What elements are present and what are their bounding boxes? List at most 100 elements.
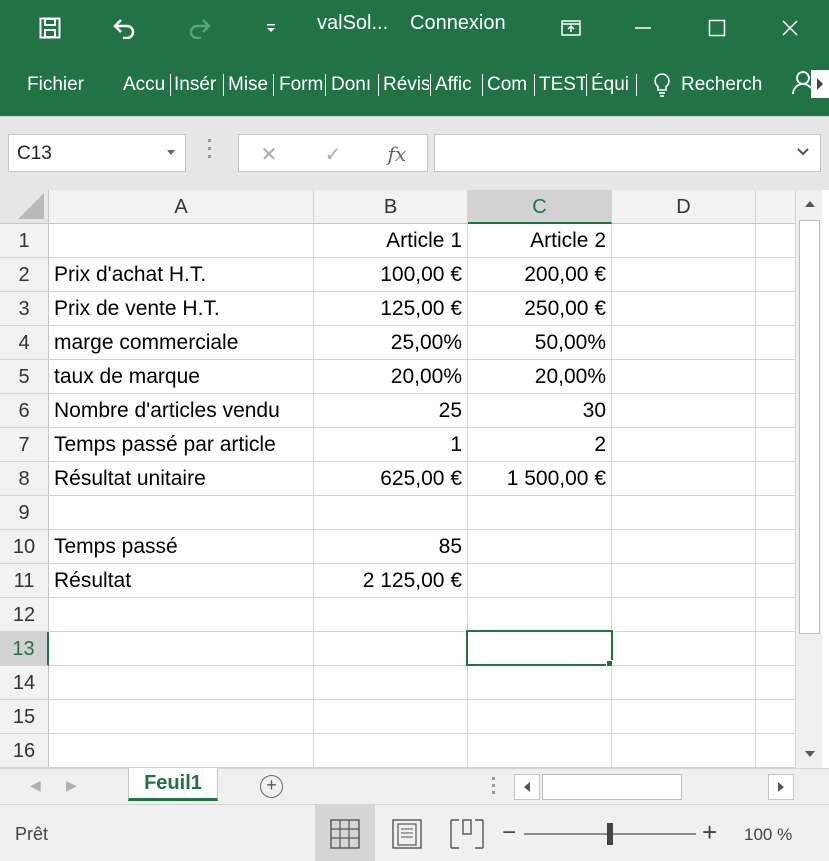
sheet-tab-feuil1[interactable]: Feuil1 bbox=[128, 768, 218, 801]
cell-c5[interactable]: 20,00% bbox=[468, 360, 612, 394]
cell-d5[interactable] bbox=[612, 360, 756, 394]
cell-b11[interactable]: 2 125,00 € bbox=[314, 564, 468, 598]
cell-d11[interactable] bbox=[612, 564, 756, 598]
row-header-6[interactable]: 6 bbox=[0, 394, 49, 428]
cell-a16[interactable] bbox=[49, 734, 314, 768]
add-sheet-button[interactable]: + bbox=[260, 775, 283, 798]
tab-insert[interactable]: Insér bbox=[174, 72, 221, 98]
cell-a10[interactable]: Temps passé bbox=[49, 530, 314, 564]
name-box[interactable]: C13 bbox=[8, 134, 186, 172]
cell-d1[interactable] bbox=[612, 224, 756, 258]
column-header-c[interactable]: C bbox=[468, 190, 612, 224]
cell-b12[interactable] bbox=[314, 598, 468, 632]
cell-b15[interactable] bbox=[314, 700, 468, 734]
cell-c6[interactable]: 30 bbox=[468, 394, 612, 428]
cell-a3[interactable]: Prix de vente H.T. bbox=[49, 292, 314, 326]
cell-c9[interactable] bbox=[468, 496, 612, 530]
vertical-scrollbar[interactable] bbox=[795, 190, 822, 768]
cell-d14[interactable] bbox=[612, 666, 756, 700]
next-sheet-icon[interactable]: ▶ bbox=[66, 777, 77, 794]
cell-e7[interactable] bbox=[756, 428, 796, 462]
cell-d2[interactable] bbox=[612, 258, 756, 292]
vertical-scroll-thumb[interactable] bbox=[799, 220, 820, 634]
cell-a6[interactable]: Nombre d'articles vendu bbox=[49, 394, 314, 428]
tab-test[interactable]: TEST bbox=[539, 72, 585, 98]
tab-team[interactable]: Équi bbox=[591, 72, 635, 98]
tab-formulas[interactable]: Form bbox=[279, 72, 324, 98]
zoom-level[interactable]: 100 % bbox=[744, 825, 792, 845]
save-icon[interactable] bbox=[30, 10, 70, 46]
cell-e8[interactable] bbox=[756, 462, 796, 496]
maximize-icon[interactable] bbox=[694, 8, 740, 48]
cell-d9[interactable] bbox=[612, 496, 756, 530]
tab-view[interactable]: Affic bbox=[435, 72, 481, 98]
cell-d4[interactable] bbox=[612, 326, 756, 360]
cell-a13[interactable] bbox=[49, 632, 314, 666]
cell-b5[interactable]: 20,00% bbox=[314, 360, 468, 394]
redo-icon[interactable] bbox=[180, 10, 220, 46]
cell-c8[interactable]: 1 500,00 € bbox=[468, 462, 612, 496]
row-header-8[interactable]: 8 bbox=[0, 462, 49, 496]
horizontal-scroll-thumb[interactable] bbox=[542, 774, 682, 800]
cell-a7[interactable]: Temps passé par article bbox=[49, 428, 314, 462]
scroll-right-icon[interactable] bbox=[768, 774, 794, 800]
cell-b8[interactable]: 625,00 € bbox=[314, 462, 468, 496]
cancel-icon[interactable]: ✕ bbox=[255, 140, 283, 168]
cell-b7[interactable]: 1 bbox=[314, 428, 468, 462]
insert-function-icon[interactable]: fx bbox=[383, 140, 411, 168]
cell-a11[interactable]: Résultat bbox=[49, 564, 314, 598]
cell-a1[interactable] bbox=[49, 224, 314, 258]
undo-icon[interactable] bbox=[104, 10, 144, 46]
page-layout-view-icon[interactable] bbox=[377, 805, 437, 861]
cell-c2[interactable]: 200,00 € bbox=[468, 258, 612, 292]
cell-e10[interactable] bbox=[756, 530, 796, 564]
row-header-1[interactable]: 1 bbox=[0, 224, 49, 258]
tab-review[interactable]: Révis bbox=[383, 72, 429, 98]
cell-d12[interactable] bbox=[612, 598, 756, 632]
cell-c1[interactable]: Article 2 bbox=[468, 224, 612, 258]
row-header-7[interactable]: 7 bbox=[0, 428, 49, 462]
column-header-e[interactable] bbox=[756, 190, 796, 224]
scroll-left-icon[interactable] bbox=[514, 774, 540, 800]
cell-e9[interactable] bbox=[756, 496, 796, 530]
cell-b9[interactable] bbox=[314, 496, 468, 530]
confirm-icon[interactable]: ✓ bbox=[319, 140, 347, 168]
tab-file[interactable]: Fichier bbox=[27, 72, 97, 98]
row-header-2[interactable]: 2 bbox=[0, 258, 49, 292]
cell-c14[interactable] bbox=[468, 666, 612, 700]
cell-e12[interactable] bbox=[756, 598, 796, 632]
cell-b6[interactable]: 25 bbox=[314, 394, 468, 428]
row-header-10[interactable]: 10 bbox=[0, 530, 49, 564]
share-icon[interactable] bbox=[781, 56, 829, 112]
zoom-slider-thumb[interactable] bbox=[607, 823, 613, 845]
row-header-4[interactable]: 4 bbox=[0, 326, 49, 360]
cell-a5[interactable]: taux de marque bbox=[49, 360, 314, 394]
row-header-11[interactable]: 11 bbox=[0, 564, 49, 598]
horizontal-scrollbar[interactable] bbox=[514, 772, 796, 802]
cell-d6[interactable] bbox=[612, 394, 756, 428]
cell-d13[interactable] bbox=[612, 632, 756, 666]
formula-input[interactable] bbox=[434, 134, 821, 172]
cell-b4[interactable]: 25,00% bbox=[314, 326, 468, 360]
sign-in-link[interactable]: Connexion bbox=[410, 12, 506, 35]
cell-c10[interactable] bbox=[468, 530, 612, 564]
cell-d15[interactable] bbox=[612, 700, 756, 734]
cell-e16[interactable] bbox=[756, 734, 796, 768]
normal-view-icon[interactable] bbox=[315, 805, 375, 861]
close-icon[interactable] bbox=[767, 8, 813, 48]
cell-e6[interactable] bbox=[756, 394, 796, 428]
cell-d3[interactable] bbox=[612, 292, 756, 326]
cell-e15[interactable] bbox=[756, 700, 796, 734]
cell-e2[interactable] bbox=[756, 258, 796, 292]
row-header-12[interactable]: 12 bbox=[0, 598, 49, 632]
cell-a2[interactable]: Prix d'achat H.T. bbox=[49, 258, 314, 292]
cell-b16[interactable] bbox=[314, 734, 468, 768]
zoom-out-button[interactable]: − bbox=[502, 819, 516, 847]
cell-e14[interactable] bbox=[756, 666, 796, 700]
cell-c7[interactable]: 2 bbox=[468, 428, 612, 462]
row-header-3[interactable]: 3 bbox=[0, 292, 49, 326]
row-header-15[interactable]: 15 bbox=[0, 700, 49, 734]
row-header-16[interactable]: 16 bbox=[0, 734, 49, 768]
cell-b10[interactable]: 85 bbox=[314, 530, 468, 564]
customize-quick-access-icon[interactable] bbox=[256, 10, 286, 46]
